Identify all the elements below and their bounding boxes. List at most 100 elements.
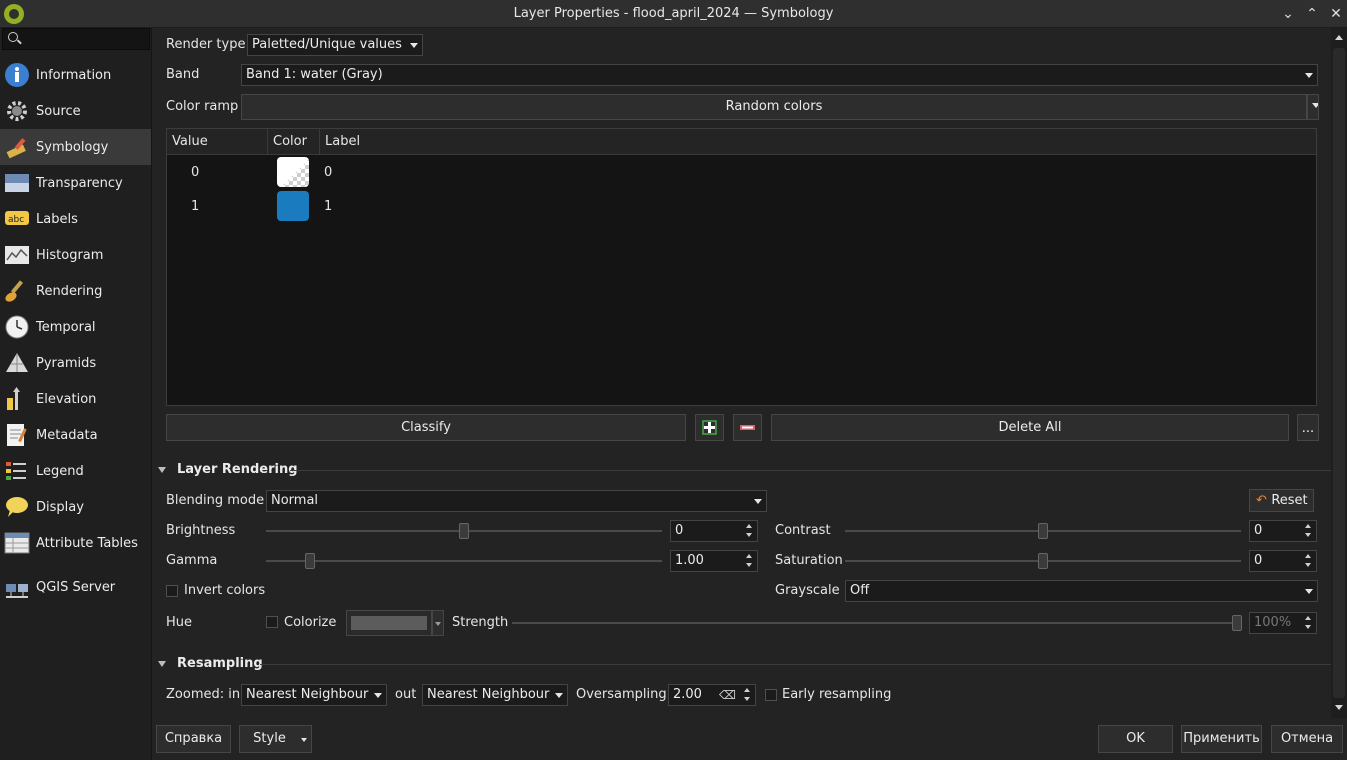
sidebar-item-qgis-server[interactable]: QGIS Server [0, 569, 151, 605]
chevron-down-icon [406, 35, 422, 55]
speech-bubble-icon [4, 494, 30, 520]
column-header-color[interactable]: Color [268, 129, 320, 155]
reset-button[interactable]: ↶ Reset [1249, 489, 1314, 512]
zoomed-out-dropdown[interactable]: Nearest Neighbour [422, 684, 568, 706]
zoomed-out-label: out [395, 687, 417, 702]
brightness-slider-handle[interactable] [459, 523, 469, 539]
sidebar-item-rendering[interactable]: Rendering [0, 273, 151, 309]
spin-up-icon[interactable] [1302, 551, 1316, 561]
layer-rendering-section-header[interactable]: Layer Rendering [156, 459, 1331, 483]
minimize-icon[interactable]: ⌄ [1278, 4, 1298, 24]
cancel-button[interactable]: Отмена [1271, 725, 1343, 753]
render-type-dropdown[interactable]: Paletted/Unique values [247, 34, 423, 56]
saturation-slider-handle[interactable] [1038, 553, 1048, 569]
early-resampling-checkbox[interactable] [765, 689, 777, 701]
sidebar-item-temporal[interactable]: Temporal [0, 309, 151, 345]
column-header-value[interactable]: Value [167, 129, 268, 155]
sidebar-item-label: Display [36, 499, 84, 515]
sidebar-search-input[interactable] [2, 28, 150, 50]
spin-down-icon[interactable] [743, 531, 757, 541]
gamma-slider[interactable] [266, 560, 662, 562]
sidebar-item-pyramids[interactable]: Pyramids [0, 345, 151, 381]
sidebar-item-label: Transparency [36, 175, 123, 191]
server-icon [4, 574, 30, 600]
scroll-up-icon[interactable] [1331, 32, 1347, 44]
delete-all-button[interactable]: Delete All [771, 414, 1289, 441]
ok-button[interactable]: OK [1098, 725, 1173, 753]
classes-table: Value Color Label 0 0 1 1 [166, 128, 1317, 406]
close-icon[interactable]: ✕ [1326, 4, 1346, 24]
sidebar-item-elevation[interactable]: Elevation [0, 381, 151, 417]
spin-up-icon[interactable] [1302, 613, 1316, 623]
gamma-slider-handle[interactable] [304, 553, 315, 569]
help-button[interactable]: Справка [156, 725, 231, 753]
color-swatch[interactable] [277, 157, 309, 187]
band-dropdown[interactable]: Band 1: water (Gray) [241, 64, 1318, 86]
blending-mode-dropdown[interactable]: Normal [266, 490, 767, 512]
spin-down-icon[interactable] [1302, 531, 1316, 541]
spin-up-icon[interactable] [741, 685, 755, 695]
sidebar-item-transparency[interactable]: Transparency [0, 165, 151, 201]
sidebar-item-information[interactable]: Information [0, 57, 151, 93]
sidebar-item-attribute-tables[interactable]: Attribute Tables [0, 525, 151, 561]
add-class-button[interactable] [695, 414, 724, 441]
classify-button[interactable]: Classify [166, 414, 686, 441]
spin-up-icon[interactable] [1302, 521, 1316, 531]
contrast-slider-handle[interactable] [1038, 523, 1048, 539]
sidebar-item-label: Information [36, 67, 112, 83]
sidebar-item-label: Labels [36, 211, 78, 227]
spin-up-icon[interactable] [743, 521, 757, 531]
strength-spinbox[interactable]: 100% [1249, 612, 1317, 634]
sidebar-item-symbology[interactable]: Symbology [0, 129, 151, 165]
saturation-spinbox[interactable]: 0 [1249, 550, 1317, 572]
table-row-value[interactable]: 0 [191, 165, 199, 180]
remove-class-button[interactable] [733, 414, 762, 441]
colorize-color-button[interactable] [346, 610, 432, 636]
resampling-section-header[interactable]: Resampling [156, 653, 1331, 677]
apply-button[interactable]: Применить [1181, 725, 1262, 753]
sidebar-item-labels[interactable]: abc Labels [0, 201, 151, 237]
color-swatch[interactable] [277, 191, 309, 221]
brush-icon [4, 278, 30, 304]
more-options-button[interactable]: ... [1297, 414, 1319, 441]
scrollbar-thumb[interactable] [1333, 48, 1345, 698]
color-ramp-button[interactable]: Random colors [241, 94, 1307, 120]
colorize-checkbox[interactable] [266, 616, 278, 628]
invert-colors-checkbox[interactable] [166, 585, 178, 597]
table-row-label[interactable]: 1 [324, 199, 332, 214]
spin-down-icon[interactable] [743, 561, 757, 571]
table-row-value[interactable]: 1 [191, 199, 199, 214]
strength-slider-handle[interactable] [1232, 615, 1242, 631]
grayscale-dropdown[interactable]: Off [845, 580, 1318, 602]
sidebar-item-source[interactable]: Source [0, 93, 151, 129]
band-label: Band [166, 67, 200, 82]
vertical-scrollbar[interactable] [1331, 28, 1347, 718]
strength-slider[interactable] [512, 622, 1242, 624]
sidebar-item-display[interactable]: Display [0, 489, 151, 525]
spin-down-icon[interactable] [1302, 561, 1316, 571]
sidebar-item-metadata[interactable]: Metadata [0, 417, 151, 453]
spin-down-icon[interactable] [1302, 623, 1316, 633]
sidebar-item-legend[interactable]: Legend [0, 453, 151, 489]
sidebar: Information Source Symbology Transparenc… [0, 28, 152, 760]
oversampling-spinbox[interactable]: 2.00 ⌫ [668, 684, 756, 706]
scroll-down-icon[interactable] [1331, 702, 1347, 714]
style-label: Style [253, 731, 286, 746]
brightness-spinbox[interactable]: 0 [670, 520, 758, 542]
table-row-label[interactable]: 0 [324, 165, 332, 180]
color-ramp-dropdown[interactable] [1307, 94, 1319, 120]
clear-icon[interactable]: ⌫ [719, 685, 736, 705]
contrast-spinbox[interactable]: 0 [1249, 520, 1317, 542]
sidebar-item-histogram[interactable]: Histogram [0, 237, 151, 273]
colorize-color-dropdown[interactable] [432, 610, 444, 636]
strength-label: Strength [452, 615, 509, 630]
color-ramp-label: Color ramp [166, 99, 239, 114]
column-header-label[interactable]: Label [320, 129, 1316, 155]
spin-up-icon[interactable] [743, 551, 757, 561]
zoomed-in-dropdown[interactable]: Nearest Neighbour [241, 684, 387, 706]
gamma-spinbox[interactable]: 1.00 [670, 550, 758, 572]
maximize-icon[interactable]: ⌃ [1302, 4, 1322, 24]
spin-down-icon[interactable] [741, 695, 755, 705]
pyramid-icon [4, 350, 30, 376]
style-button[interactable]: Style [239, 725, 312, 753]
